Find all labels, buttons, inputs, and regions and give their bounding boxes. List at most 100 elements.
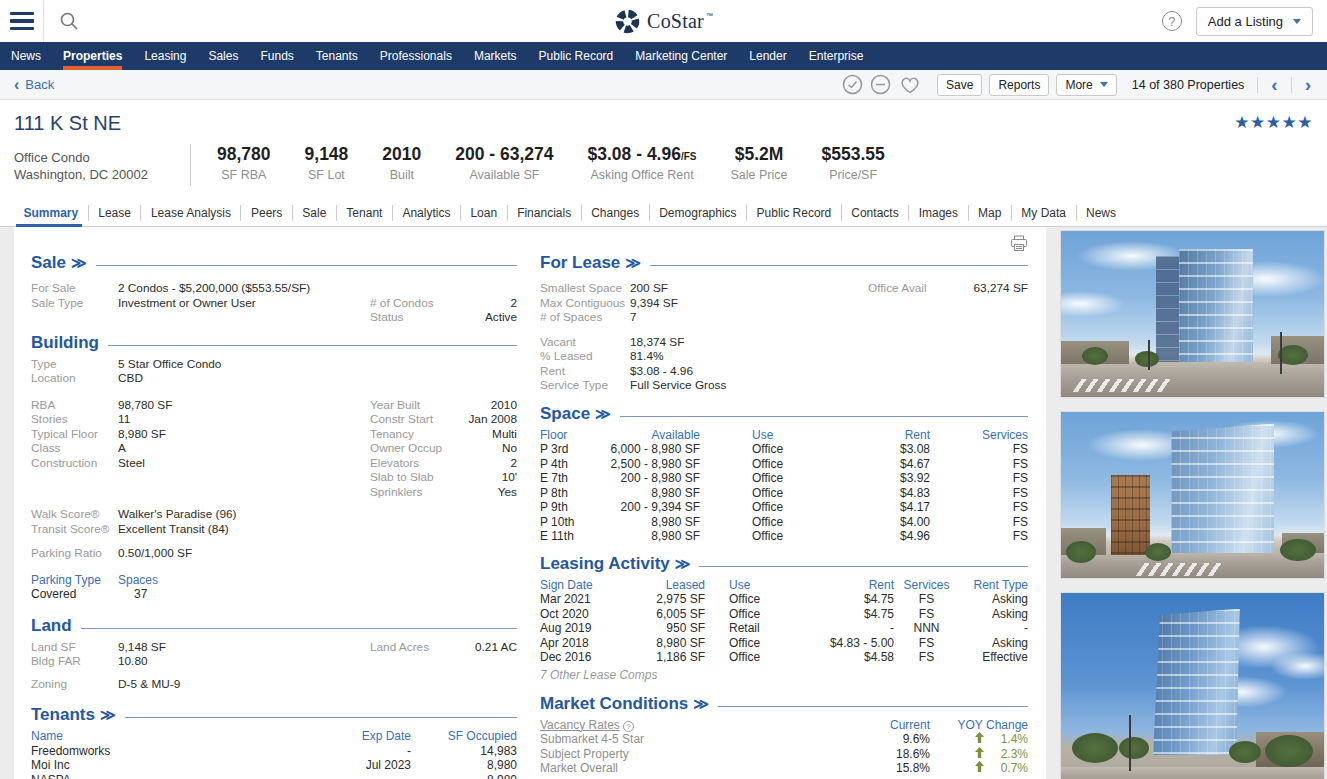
- nav-item-properties[interactable]: Properties: [52, 42, 133, 70]
- tab-map[interactable]: Map: [969, 205, 1012, 221]
- double-chevron-icon: ≫: [693, 695, 709, 712]
- favorite-heart-icon[interactable]: [898, 74, 922, 95]
- tab-public-record[interactable]: Public Record: [747, 205, 842, 221]
- space-services: FS: [930, 500, 1028, 515]
- detail-row: For Sale 2 Condos - $5,200,000 ($553.55/…: [31, 281, 517, 296]
- space-available-header[interactable]: Available: [600, 428, 700, 443]
- tenants-name-header[interactable]: Name: [31, 729, 301, 744]
- leasing-rent-header[interactable]: Rent: [789, 578, 894, 593]
- nav-item-markets[interactable]: Markets: [463, 42, 528, 70]
- tenants-exp-date-header[interactable]: Exp Date: [301, 729, 411, 744]
- lease-comps-footnote[interactable]: 7 Other Lease Comps: [540, 668, 1028, 682]
- exclude-circle-icon[interactable]: [870, 74, 891, 95]
- search-icon[interactable]: [44, 10, 80, 32]
- hamburger-menu-icon[interactable]: [0, 0, 44, 42]
- nav-item-lender[interactable]: Lender: [738, 42, 797, 70]
- nav-item-enterprise[interactable]: Enterprise: [798, 42, 875, 70]
- tab-tenant[interactable]: Tenant: [337, 205, 393, 221]
- nav-item-leasing[interactable]: Leasing: [133, 42, 197, 70]
- tab-peers[interactable]: Peers: [241, 205, 292, 221]
- next-property-button[interactable]: ›: [1299, 75, 1317, 94]
- print-icon[interactable]: [1010, 235, 1028, 255]
- tab-demographics[interactable]: Demographics: [650, 205, 747, 221]
- tab-my-data[interactable]: My Data: [1012, 205, 1077, 221]
- back-button[interactable]: ‹ Back: [14, 77, 54, 93]
- space-floor: P 8th: [540, 486, 600, 501]
- tab-financials[interactable]: Financials: [508, 205, 582, 221]
- detail-label: Sale Type: [31, 296, 118, 311]
- nav-item-sales[interactable]: Sales: [197, 42, 249, 70]
- tab-sale[interactable]: Sale: [293, 205, 337, 221]
- section-heading-building: Building: [31, 333, 517, 353]
- building-photo-1[interactable]: [1060, 230, 1325, 398]
- vacancy-rates-link[interactable]: Vacancy Rates: [540, 718, 620, 733]
- detail-row: Bldg FAR 10.80: [31, 654, 517, 669]
- detail-label: [31, 485, 118, 500]
- section-heading-for-lease[interactable]: For Lease≫: [540, 253, 1028, 273]
- building-photo-2[interactable]: [1060, 411, 1325, 579]
- space-services-header[interactable]: Services: [930, 428, 1028, 443]
- detail-row: Status Active: [31, 310, 517, 325]
- property-type: Office Condo: [14, 149, 189, 166]
- more-button[interactable]: More: [1056, 74, 1116, 96]
- market-yoy-value: 2.3%: [984, 747, 1028, 762]
- leasing-use: Retail: [729, 621, 789, 636]
- help-icon[interactable]: ?: [1162, 11, 1182, 31]
- leasing-services-header[interactable]: Services: [894, 578, 959, 593]
- detail-label: [868, 310, 953, 325]
- costar-logo-icon: [614, 8, 641, 35]
- reports-button[interactable]: Reports: [989, 74, 1049, 96]
- building-photo-3[interactable]: [1060, 592, 1325, 779]
- add-a-listing-button[interactable]: Add a Listing: [1196, 7, 1313, 36]
- tab-lease[interactable]: Lease: [89, 205, 142, 221]
- tab-news[interactable]: News: [1077, 205, 1126, 221]
- nav-item-marketing-center[interactable]: Marketing Center: [624, 42, 738, 70]
- section-heading-market-conditions[interactable]: Market Conditions≫: [540, 694, 1028, 714]
- detail-label: Sprinklers: [370, 485, 455, 500]
- heading-rule: [650, 265, 1028, 266]
- space-table: P 3rd 6,000 - 8,980 SF Office $3.08 FS P…: [540, 442, 1028, 544]
- tab-analytics[interactable]: Analytics: [393, 205, 461, 221]
- leasing-use-header[interactable]: Use: [729, 578, 789, 593]
- tab-lease-analysis[interactable]: Lease Analysis: [141, 205, 241, 221]
- space-rent: $4.00: [822, 515, 930, 530]
- space-use-header[interactable]: Use: [752, 428, 822, 443]
- tab-contacts[interactable]: Contacts: [842, 205, 909, 221]
- leasing-sign-date-header[interactable]: Sign Date: [540, 578, 610, 593]
- detail-label: Tenancy: [370, 427, 455, 442]
- detail-value: No: [455, 441, 517, 456]
- nav-item-public-record[interactable]: Public Record: [528, 42, 625, 70]
- section-heading-sale[interactable]: Sale≫: [31, 253, 517, 273]
- section-heading-tenants[interactable]: Tenants≫: [31, 705, 517, 725]
- tab-images[interactable]: Images: [909, 205, 968, 221]
- tenant-row: Moi Inc Jul 2023 8,980: [31, 758, 517, 773]
- double-chevron-icon: ≫: [71, 254, 87, 271]
- tab-summary[interactable]: Summary: [14, 205, 89, 221]
- leasing-leased-header[interactable]: Leased: [610, 578, 705, 593]
- detail-row: Land SF 9,148 SF Land Acres 0.21 AC: [31, 640, 517, 655]
- section-heading-space[interactable]: Space≫: [540, 404, 1028, 424]
- spaces-header[interactable]: Spaces: [118, 573, 188, 588]
- detail-label: Max Contiguous: [540, 296, 630, 311]
- space-use: Office: [752, 515, 822, 530]
- detail-value: Active: [455, 310, 517, 325]
- tenants-sf-occupied-header[interactable]: SF Occupied: [411, 729, 517, 744]
- section-heading-leasing-activity[interactable]: Leasing Activity≫: [540, 554, 1028, 574]
- space-rent-header[interactable]: Rent: [822, 428, 930, 443]
- leasing-rent-type-header[interactable]: Rent Type: [959, 578, 1028, 593]
- save-button[interactable]: Save: [937, 74, 982, 96]
- detail-value: 63,274 SF: [953, 281, 1028, 296]
- tab-loan[interactable]: Loan: [461, 205, 508, 221]
- leasing-services: FS: [894, 607, 959, 622]
- tab-changes[interactable]: Changes: [582, 205, 650, 221]
- space-floor-header[interactable]: Floor: [540, 428, 600, 443]
- nav-item-tenants[interactable]: Tenants: [305, 42, 369, 70]
- confirm-circle-icon[interactable]: [842, 74, 863, 95]
- previous-property-button[interactable]: ‹: [1265, 75, 1283, 94]
- parking-type-header[interactable]: Parking Type: [31, 573, 118, 588]
- nav-item-funds[interactable]: Funds: [249, 42, 304, 70]
- nav-item-news[interactable]: News: [0, 42, 52, 70]
- nav-item-professionals[interactable]: Professionals: [369, 42, 463, 70]
- info-icon[interactable]: ?: [623, 721, 634, 732]
- detail-value: 2: [455, 296, 517, 311]
